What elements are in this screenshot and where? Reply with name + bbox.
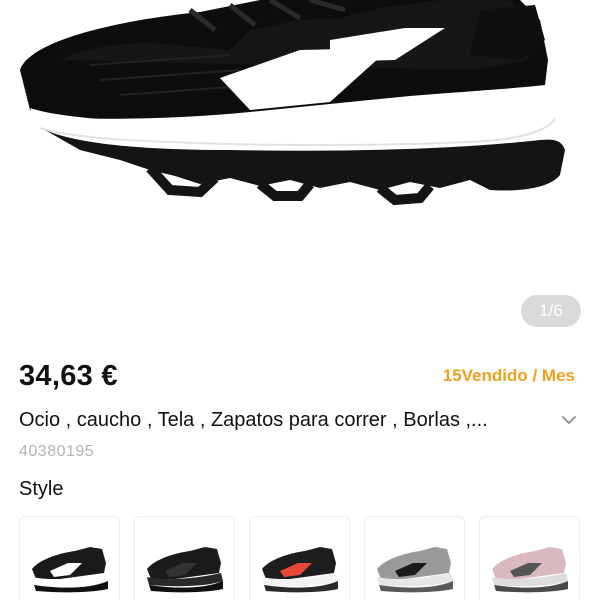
variant-thumb[interactable] — [19, 516, 120, 600]
variant-thumb[interactable] — [364, 516, 465, 600]
product-sku: 40380195 — [19, 443, 95, 460]
sold-per-month: 15Vendido / Mes — [442, 366, 575, 385]
product-image-gallery[interactable]: 1/6 — [0, 0, 600, 340]
variant-thumb[interactable] — [249, 516, 350, 600]
variant-shoe-icon — [377, 547, 453, 593]
product-title-row[interactable]: Ocio , caucho , Tela , Zapatos para corr… — [19, 405, 581, 435]
product-price: 34,63 € — [19, 360, 118, 392]
variant-shoe-icon — [147, 547, 223, 593]
variant-shoe-icon — [262, 547, 338, 593]
image-counter: 1/6 — [521, 295, 581, 327]
variant-shoe-icon — [492, 547, 568, 593]
shoe-image — [20, 0, 565, 206]
variant-thumb[interactable] — [134, 516, 235, 600]
variant-thumb[interactable] — [479, 516, 580, 600]
chevron-down-icon[interactable] — [557, 408, 581, 432]
style-label: Style — [19, 478, 64, 500]
product-title: Ocio , caucho , Tela , Zapatos para corr… — [19, 408, 488, 431]
variant-shoe-icon — [32, 547, 108, 593]
style-variants — [19, 516, 581, 600]
